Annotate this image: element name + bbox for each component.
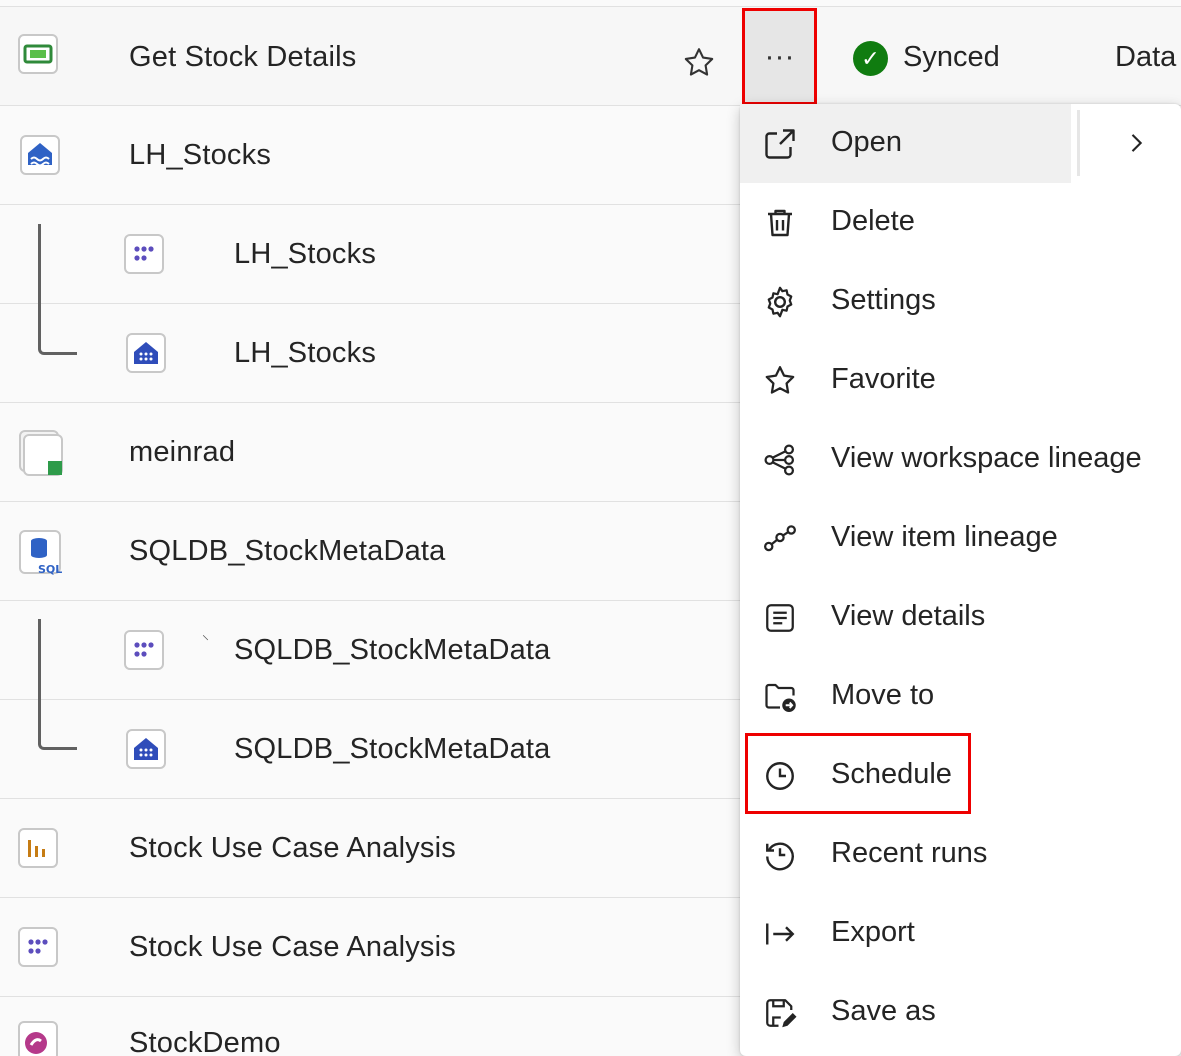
more-options-button[interactable]: ···	[742, 8, 817, 105]
menu-item-label: Favorite	[831, 363, 936, 395]
row-name[interactable]: Get Stock Details	[129, 41, 356, 74]
semantic-model-icon	[124, 234, 164, 274]
row-name[interactable]: SQLDB_StockMetaData	[234, 733, 551, 766]
export-icon	[766, 923, 795, 945]
menu-item-open[interactable]: Open	[740, 104, 1181, 183]
menu-item-recent-runs[interactable]: Recent runs	[740, 815, 1181, 894]
menu-item-settings[interactable]: Settings	[740, 262, 1181, 341]
tree-connector-line	[38, 224, 77, 355]
details-icon	[766, 604, 794, 632]
row-name[interactable]: SQLDB_StockMetaData	[234, 634, 551, 667]
row-name[interactable]: Stock Use Case Analysis	[129, 931, 456, 964]
save-as-icon	[766, 999, 797, 1028]
item-lineage-icon	[764, 525, 796, 552]
loading-spinner-icon: ⸌	[202, 632, 209, 648]
menu-item-label: Settings	[831, 284, 936, 316]
row-name[interactable]: LH_Stocks	[234, 238, 376, 271]
row-name[interactable]: Stock Use Case Analysis	[129, 832, 456, 865]
sql-endpoint-icon	[126, 333, 166, 373]
gear-icon	[767, 286, 793, 318]
report-icon	[18, 828, 58, 868]
menu-item-label: Export	[831, 916, 915, 948]
lakehouse-icon	[20, 135, 60, 175]
mirrored-item-icon	[18, 429, 63, 476]
row-name[interactable]: meinrad	[129, 436, 235, 469]
submenu-divider	[1077, 110, 1080, 176]
chevron-right-icon[interactable]	[1122, 128, 1150, 158]
row-name[interactable]: LH_Stocks	[129, 139, 271, 172]
menu-item-label: View item lineage	[831, 521, 1058, 553]
row-name[interactable]: SQLDB_StockMetaData	[129, 535, 446, 568]
menu-item-delete[interactable]: Delete	[740, 183, 1181, 262]
menu-item-view-workspace-lineage[interactable]: View workspace lineage	[740, 420, 1181, 499]
pipeline-icon	[18, 34, 58, 74]
menu-item-export[interactable]: Export	[740, 894, 1181, 973]
favorite-star-icon[interactable]	[680, 45, 718, 86]
open-external-icon	[765, 129, 795, 159]
menu-item-favorite[interactable]: Favorite	[740, 341, 1181, 420]
move-folder-icon	[765, 683, 796, 712]
sql-database-icon: SQL	[18, 529, 64, 576]
sql-endpoint-icon	[126, 729, 166, 769]
menu-item-move-to[interactable]: Move to	[740, 657, 1181, 736]
sync-status: Synced	[903, 41, 1000, 73]
row-name[interactable]: LH_Stocks	[234, 337, 376, 370]
tree-connector-line	[38, 619, 77, 750]
star-icon	[765, 366, 795, 394]
row-name[interactable]: StockDemo	[129, 1027, 281, 1056]
trash-icon	[768, 209, 792, 237]
menu-item-save-as[interactable]: Save as	[740, 973, 1181, 1052]
menu-item-label: Open	[831, 126, 902, 158]
synced-check-icon: ✓	[853, 41, 888, 76]
semantic-model-icon	[124, 630, 164, 670]
context-menu: Open Delete Settings Favorite View works…	[740, 104, 1181, 1056]
menu-item-view-details[interactable]: View details	[740, 578, 1181, 657]
workspace-lineage-icon	[764, 444, 795, 476]
column-value-truncated: Data	[1115, 41, 1177, 73]
menu-item-label: View details	[831, 600, 986, 632]
menu-item-label: Save as	[831, 995, 936, 1027]
menu-item-label: Move to	[831, 679, 935, 711]
menu-item-view-item-lineage[interactable]: View item lineage	[740, 499, 1181, 578]
menu-item-label: Delete	[831, 205, 915, 237]
menu-item-label: Recent runs	[831, 837, 988, 869]
semantic-model-icon	[18, 927, 58, 967]
table-row[interactable]: Get Stock Details ··· ✓ Synced Data	[0, 6, 1181, 105]
svg-text:SQL: SQL	[38, 563, 62, 576]
eventstream-icon	[18, 1021, 58, 1056]
menu-item-label: View workspace lineage	[831, 442, 1142, 474]
schedule-highlight-box	[745, 733, 971, 814]
history-icon	[766, 842, 794, 871]
